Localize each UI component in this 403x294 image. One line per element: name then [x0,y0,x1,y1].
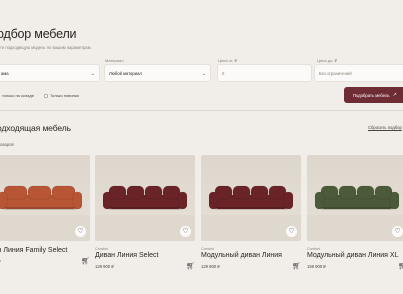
sofa-icon [0,185,82,210]
filter-label-price-to: Цена до, ₽ [317,58,338,63]
submit-filter-label: Подобрать мебель [353,92,390,98]
checkbox-box [44,93,48,98]
cart-icon[interactable]: 🛒︎ [292,262,301,270]
product-image[interactable]: ♡ [201,155,301,241]
heart-icon[interactable]: ♡ [180,226,191,237]
new-only-label: Только новинки [50,93,79,98]
sofa-icon [209,185,293,210]
heart-icon[interactable]: ♡ [286,226,297,237]
product-card[interactable]: ♡ Comfort Модульный диван Линия 129 900 ₽ 🛒︎ [201,155,301,270]
product-price: 129 900 ₽ [201,263,220,269]
chevron-down-icon: ⌄ [90,71,95,77]
cart-icon[interactable]: 🛒︎ [81,257,90,265]
cart-icon[interactable]: 🛒︎ [398,262,403,270]
submit-filter-button[interactable]: Подобрать мебель ↗ [344,87,403,103]
product-image-floor [307,215,403,241]
product-name[interactable]: ван Линия Family Select [0,247,90,255]
page-subtitle: те подходящую модель по вашим параметрам… [0,45,92,50]
price-to-input[interactable]: Без ограничений [314,64,403,82]
price-from-input[interactable]: 0 [217,64,312,82]
filter-label-price-from: Цена от, ₽ [218,58,238,63]
new-only-checkbox[interactable]: Только новинки [44,93,79,98]
product-brand: Comfort [95,247,108,251]
product-name[interactable]: Диван Линия Select [95,252,195,260]
chevron-down-icon: ⌄ [201,71,206,77]
material-select-value: Любой материал [109,70,142,76]
product-name[interactable]: Модульный диван Линия XL [307,252,403,260]
price-to-placeholder: Без ограничений [319,70,352,76]
heart-icon[interactable]: ♡ [75,226,86,237]
page-title: одбор мебели [0,27,77,41]
product-image[interactable]: ♡ [307,155,403,241]
result-count: оваров [0,142,14,147]
product-brand: Comfort [307,247,320,251]
section-title: одходящая мебель [0,123,71,133]
in-stock-checkbox[interactable]: только на складе [0,93,34,98]
product-price: 129 900 ₽ [95,263,114,269]
product-card[interactable]: ♡ ван Линия Family Select 900 ₽ 🛒︎ [0,155,90,265]
price-from-placeholder: 0 [222,70,225,76]
sofa-icon [315,185,399,210]
filter-label-material: Материал [105,58,124,63]
product-image[interactable]: ♡ [0,155,90,241]
product-card[interactable]: ♡ Comfort Диван Линия Select 129 900 ₽ 🛒︎ [95,155,195,270]
divider [0,110,403,111]
reset-filter-link[interactable]: Сбросить подбор [368,125,402,130]
type-select-value: ама [1,70,9,76]
product-brand: Comfort [201,247,214,251]
arrow-right-icon: ↗ [392,92,397,98]
heart-icon[interactable]: ♡ [392,226,403,237]
type-select[interactable]: ама ⌄ [0,64,100,82]
sofa-icon [103,185,187,210]
product-price: 900 ₽ [0,259,1,264]
product-name[interactable]: Модульный диван Линия [201,252,301,260]
product-price: 159 900 ₽ [307,263,326,269]
material-select[interactable]: Любой материал ⌄ [104,64,211,82]
cart-icon[interactable]: 🛒︎ [186,262,195,270]
product-image[interactable]: ♡ [95,155,195,241]
in-stock-label: только на складе [2,93,34,98]
product-card[interactable]: ♡ Comfort Модульный диван Линия XL 159 900 … [307,155,403,270]
